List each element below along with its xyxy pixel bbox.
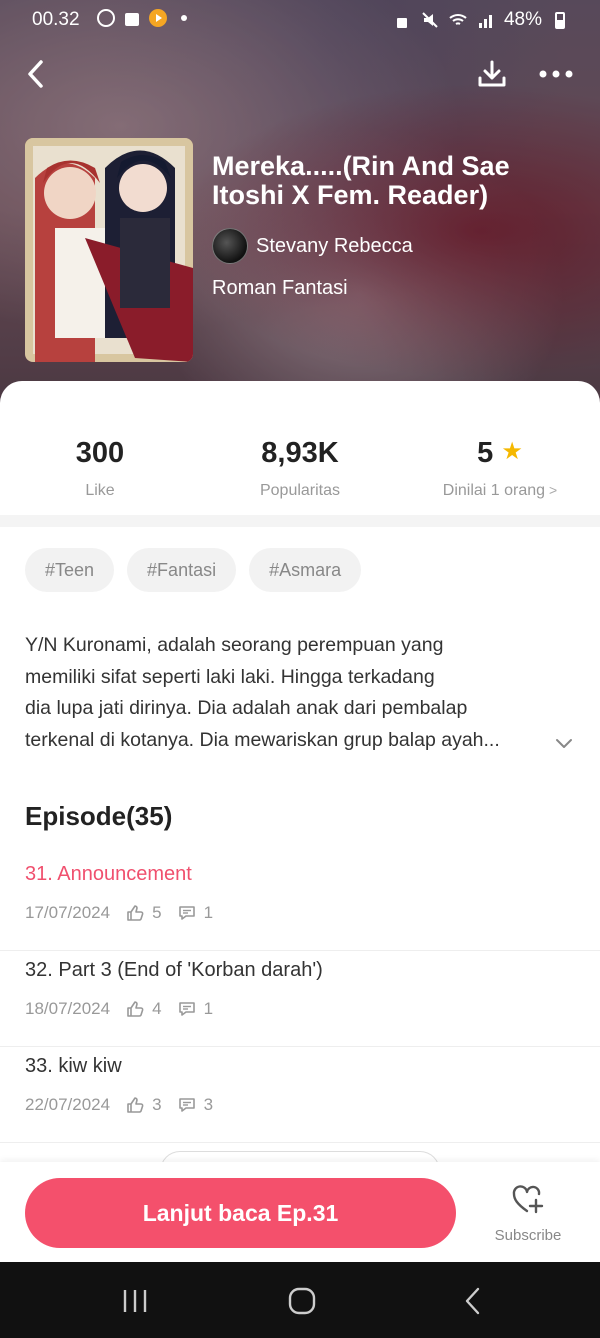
- episode-section-title: Episode(35): [25, 801, 173, 831]
- thumb-up-icon: [127, 905, 144, 921]
- author-name: Stevany Rebecca: [256, 234, 413, 257]
- likes-label: Like: [85, 482, 115, 499]
- more-icon: [539, 70, 573, 78]
- episode-row[interactable]: 33. kiw kiw 22/07/2024 3 3: [0, 1047, 600, 1143]
- star-icon: ★: [501, 438, 523, 465]
- episode-meta: 18/07/2024 4 1: [25, 999, 229, 1019]
- episode-likes-count: 3: [152, 1095, 162, 1114]
- comment-icon: [178, 1002, 195, 1016]
- stat-likes: 300 Like: [0, 437, 200, 500]
- comment-icon: [178, 906, 195, 920]
- status-bar: 00.32 48%: [0, 0, 600, 40]
- episode-title: 33. kiw kiw: [25, 1055, 122, 1077]
- episode-likes: 4: [126, 999, 162, 1019]
- section-divider: [0, 515, 600, 527]
- episode-row[interactable]: 31. Announcement 17/07/2024 5 1: [0, 855, 600, 951]
- tag-chip[interactable]: #Asmara: [249, 548, 362, 592]
- lock-icon: [396, 18, 407, 28]
- episode-comments: 1: [178, 903, 213, 923]
- chevron-right-icon: >: [549, 482, 558, 498]
- continue-reading-button[interactable]: Lanjut baca Ep.31: [25, 1178, 456, 1248]
- bottom-action-bar: Lanjut baca Ep.31 Subscribe: [0, 1162, 600, 1262]
- episode-meta: 17/07/2024 5 1: [25, 903, 229, 923]
- episode-comments-count: 3: [203, 1095, 214, 1114]
- status-system: 48%: [392, 9, 570, 31]
- battery-icon: [555, 12, 565, 29]
- episode-title: 31. Announcement: [25, 863, 192, 885]
- system-navigation-bar: [0, 1262, 600, 1338]
- battery-level: 48%: [503, 9, 542, 30]
- book-cover: [25, 138, 193, 362]
- episode-date: 18/07/2024: [25, 999, 111, 1018]
- thumb-up-icon: [127, 1001, 144, 1017]
- dot-icon: [181, 15, 187, 21]
- episode-comments: 1: [178, 999, 213, 1019]
- expand-synopsis-button[interactable]: [552, 731, 576, 755]
- comment-icon: [178, 1098, 195, 1112]
- episode-comments-count: 1: [203, 999, 214, 1018]
- tag-chip[interactable]: #Fantasi: [127, 548, 237, 592]
- episode-comments-count: 1: [203, 903, 214, 922]
- episode-title: 32. Part 3 (End of 'Korban darah'): [25, 959, 323, 981]
- episode-comments: 3: [178, 1095, 213, 1115]
- stat-rating[interactable]: 5 ★ Dinilai 1 orang >: [400, 437, 600, 500]
- episode-likes-count: 5: [152, 903, 162, 922]
- mute-icon: [422, 12, 438, 28]
- back-button[interactable]: [14, 52, 58, 96]
- download-button[interactable]: [470, 52, 514, 96]
- download-icon: [478, 60, 506, 87]
- subscribe-label: Subscribe: [494, 1227, 562, 1244]
- episode-likes: 5: [126, 903, 162, 923]
- signal-icon: [478, 15, 492, 28]
- synopsis-line: memiliki sifat seperti laki laki. Hingga…: [25, 665, 435, 688]
- rating-value: 5: [477, 437, 494, 469]
- thumb-up-icon: [127, 1097, 144, 1113]
- tag-chip[interactable]: #Teen: [25, 548, 115, 592]
- author-link[interactable]: Stevany Rebecca: [212, 228, 413, 264]
- more-options-button[interactable]: [534, 52, 578, 96]
- book-title: Mereka.....(Rin And Sae Itoshi X Fem. Re…: [212, 151, 510, 210]
- synopsis[interactable]: Y/N Kuronami, adalah seorang perempuan y…: [25, 630, 545, 756]
- synopsis-line: terkenal di kotanya. Dia mewariskan grup…: [25, 728, 500, 751]
- recent-apps-button[interactable]: [120, 1286, 150, 1316]
- rating-label-row: Dinilai 1 orang >: [400, 482, 600, 500]
- shopping-bag-icon: [125, 13, 139, 26]
- author-avatar: [212, 228, 248, 264]
- system-back-button[interactable]: [458, 1286, 488, 1316]
- episode-row[interactable]: 32. Part 3 (End of 'Korban darah') 18/07…: [0, 951, 600, 1047]
- synopsis-line: dia lupa jati dirinya. Dia adalah anak d…: [25, 697, 468, 719]
- heart-plus-icon: [512, 1185, 544, 1214]
- wifi-icon: [449, 14, 467, 25]
- recent-apps-icon: [123, 1290, 147, 1312]
- cover-art: [25, 138, 193, 362]
- status-time: 00.32: [32, 9, 80, 30]
- episode-date: 17/07/2024: [25, 903, 111, 922]
- book-details-card: 300 Like 8,93K Popularitas 5 ★ Dinilai 1…: [0, 381, 600, 1191]
- episode-meta: 22/07/2024 3 3: [25, 1095, 229, 1115]
- play-icon: [149, 9, 167, 27]
- popularity-label: Popularitas: [259, 482, 341, 499]
- subscribe-button[interactable]: Subscribe: [490, 1184, 566, 1244]
- home-button[interactable]: [287, 1286, 317, 1316]
- episode-date: 22/07/2024: [25, 1095, 111, 1114]
- tag-list: #Teen #Fantasi #Asmara: [25, 548, 362, 592]
- back-icon: [28, 60, 43, 88]
- system-back-icon: [465, 1287, 480, 1315]
- book-genre[interactable]: Roman Fantasi: [212, 277, 348, 300]
- likes-count: 300: [75, 437, 125, 469]
- episode-likes: 3: [126, 1095, 162, 1115]
- status-notifications: [96, 8, 194, 28]
- popularity-count: 8,93K: [261, 437, 339, 469]
- home-icon: [288, 1287, 316, 1315]
- rating-value-row: 5 ★: [400, 437, 600, 470]
- rating-label: Dinilai 1 orang: [442, 482, 546, 499]
- synopsis-line: Y/N Kuronami, adalah seorang perempuan y…: [25, 634, 444, 656]
- chevron-down-icon: [556, 739, 572, 748]
- stat-popularity: 8,93K Popularitas: [200, 437, 400, 500]
- episode-likes-count: 4: [152, 999, 162, 1018]
- whatsapp-icon: [97, 9, 115, 27]
